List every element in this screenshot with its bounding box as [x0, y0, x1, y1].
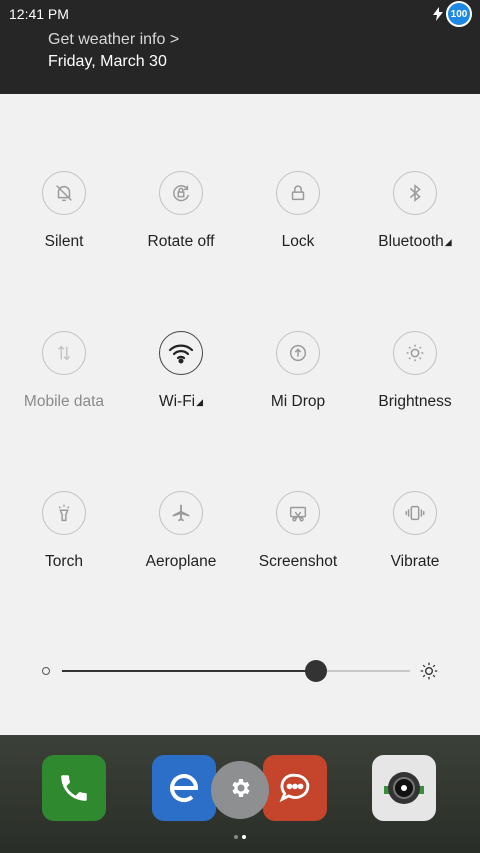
menu-triangle-icon: ◢ [444, 237, 452, 247]
weather-link[interactable]: Get weather info > [48, 31, 179, 49]
battery-level: 100 [450, 8, 468, 20]
wifi-icon [159, 331, 203, 375]
toggle-rotate[interactable]: Rotate off [123, 171, 239, 271]
notification-header: 12:41 PM 100 Get weather info > Friday, … [0, 0, 480, 94]
screenshot-icon [276, 491, 320, 535]
gear-icon [228, 776, 252, 805]
toggle-label: Torch [45, 553, 83, 570]
toggle-mobile-data[interactable]: Mobile data [6, 331, 122, 431]
toggle-silent[interactable]: Silent [6, 171, 122, 271]
toggle-label: Silent [44, 233, 84, 250]
toggle-label: Vibrate [390, 553, 440, 570]
camera-icon [372, 755, 436, 821]
toggle-label: Wi-Fi◢ [123, 393, 239, 411]
menu-triangle-icon: ◢ [196, 397, 204, 407]
toggle-bluetooth[interactable]: Bluetooth◢ [357, 171, 473, 271]
messages-app[interactable] [263, 755, 327, 821]
charging-icon [433, 7, 443, 26]
toggle-lock[interactable]: Lock [240, 171, 356, 271]
lock-icon [276, 171, 320, 215]
brightness-slider[interactable] [62, 660, 410, 682]
brightness-icon [393, 331, 437, 375]
battery-indicator: 100 [446, 1, 472, 27]
toggle-label: Screenshot [258, 553, 338, 570]
toggle-label: Bluetooth◢ [357, 233, 473, 251]
mobile-data-icon [42, 331, 86, 375]
toggle-label: Mi Drop [270, 393, 326, 410]
rotate-lock-icon [159, 171, 203, 215]
toggle-wifi[interactable]: Wi-Fi◢ [123, 331, 239, 431]
toggle-aeroplane[interactable]: Aeroplane [123, 491, 239, 591]
toggle-label: Lock [281, 233, 315, 250]
date-text: Friday, March 30 [48, 53, 167, 70]
page-dot-active [242, 835, 246, 839]
browser-icon [152, 755, 216, 821]
bell-off-icon [42, 171, 86, 215]
toggle-torch[interactable]: Torch [6, 491, 122, 591]
toggle-label: Mobile data [23, 393, 105, 410]
toggle-label-text: Wi-Fi [158, 393, 196, 410]
phone-app[interactable] [42, 755, 106, 821]
settings-button[interactable] [211, 761, 269, 819]
toggle-mi-drop[interactable]: Mi Drop [240, 331, 356, 431]
airplane-icon [159, 491, 203, 535]
bluetooth-icon [393, 171, 437, 215]
camera-app[interactable] [372, 755, 436, 821]
toggle-label-text: Bluetooth [378, 233, 444, 250]
toggle-vibrate[interactable]: Vibrate [357, 491, 473, 591]
toggle-brightness[interactable]: Brightness [357, 331, 473, 431]
brightness-slider-fill [62, 670, 317, 672]
toggle-label: Rotate off [147, 233, 215, 250]
browser-app[interactable] [152, 755, 216, 821]
page-indicator [232, 826, 248, 844]
toggle-label: Aeroplane [145, 553, 217, 570]
status-time: 12:41 PM [9, 6, 69, 22]
toggle-screenshot[interactable]: Screenshot [240, 491, 356, 591]
mi-drop-icon [276, 331, 320, 375]
brightness-min-icon [42, 667, 50, 675]
page-dot [234, 835, 238, 839]
torch-icon [42, 491, 86, 535]
brightness-max-icon [419, 661, 439, 686]
messages-icon [263, 755, 327, 821]
vibrate-icon [393, 491, 437, 535]
phone-icon [42, 755, 106, 821]
brightness-slider-thumb[interactable] [305, 660, 328, 682]
toggle-label: Brightness [378, 393, 452, 410]
